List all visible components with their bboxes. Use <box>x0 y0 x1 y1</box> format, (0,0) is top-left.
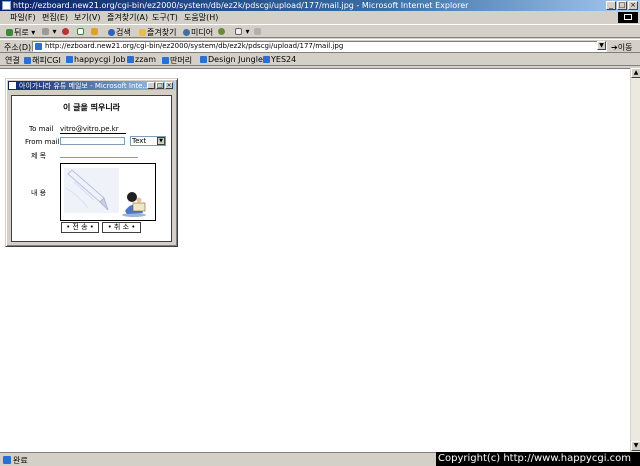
scroll-up-button[interactable]: ▲ <box>631 68 640 78</box>
menu-tools[interactable]: 도구(T) <box>152 12 178 23</box>
address-input[interactable]: http://ezboard.new21.org/cgi-bin/ez2000/… <box>32 41 607 52</box>
mail-form: 이 글을 띄우니라 To mail vitro@vitro.pe.kr From… <box>11 95 172 242</box>
refresh-icon <box>77 28 84 35</box>
history-icon <box>218 28 225 35</box>
link-ddanmeori[interactable]: 딴머리 <box>162 55 192 66</box>
ie-icon <box>2 1 11 10</box>
link-happycgi[interactable]: 해피CGI <box>24 55 61 66</box>
format-select[interactable]: Text ▼ <box>130 136 166 146</box>
popup-close-button[interactable]: × <box>165 82 173 89</box>
menu-edit[interactable]: 편집(E) <box>42 12 68 23</box>
popup-title-bar[interactable]: 아이가나라 유튜 메일보 - Microsoft Inte... _ □ × <box>8 81 175 90</box>
stop-icon <box>62 28 69 35</box>
content-label: 내 용 <box>31 189 47 197</box>
menu-help[interactable]: 도움말(H) <box>184 12 218 23</box>
from-mail-input[interactable] <box>60 137 125 145</box>
subject-input[interactable] <box>60 150 138 158</box>
vertical-scrollbar[interactable]: ▲ ▼ <box>630 68 640 452</box>
menu-bar: 파일(F) 편집(E) 보기(V) 즐겨찾기(A) 도구(T) 도움말(H) <box>0 11 640 23</box>
page-icon <box>200 56 207 63</box>
page-done-icon <box>3 456 11 464</box>
media-button[interactable]: 미디어 <box>183 27 213 38</box>
print-button[interactable] <box>254 27 262 36</box>
close-button[interactable]: × <box>628 1 638 10</box>
mail-icon <box>235 28 242 35</box>
maximize-button[interactable]: □ <box>617 1 627 10</box>
forward-arrow-icon <box>42 28 49 35</box>
forward-button[interactable]: ▾ <box>42 27 57 36</box>
popup-maximize-button[interactable]: □ <box>156 82 164 89</box>
menu-favorites[interactable]: 즐겨찾기(A) <box>107 12 148 23</box>
back-arrow-icon <box>6 29 13 36</box>
toolbar: 뒤로 ▾ ▾ 검색 즐겨찾기 미디어 ▾ <box>0 24 640 38</box>
address-dropdown-button[interactable]: ▼ <box>597 41 606 50</box>
message-textarea[interactable] <box>60 163 156 221</box>
history-button[interactable] <box>218 27 226 36</box>
page-icon <box>66 56 73 63</box>
send-button[interactable]: • 전 송 • <box>61 222 99 233</box>
mail-popup-window: 아이가나라 유튜 메일보 - Microsoft Inte... _ □ × 이… <box>5 78 178 247</box>
subject-label: 제 목 <box>31 152 47 160</box>
search-button[interactable]: 검색 <box>108 27 131 38</box>
mail-button[interactable]: ▾ <box>235 27 250 36</box>
favorites-icon <box>139 29 146 36</box>
print-icon <box>254 28 261 35</box>
back-button[interactable]: 뒤로 ▾ <box>6 27 35 38</box>
to-mail-label: To mail <box>29 125 54 133</box>
home-icon <box>91 28 98 35</box>
minimize-button[interactable]: _ <box>606 1 616 10</box>
media-icon <box>183 29 190 36</box>
page-icon <box>24 57 31 64</box>
popup-minimize-button[interactable]: _ <box>147 82 155 89</box>
format-select-value: Text <box>132 137 147 145</box>
address-label: 주소(D) <box>4 43 32 52</box>
stop-button[interactable] <box>62 27 70 36</box>
form-heading: 이 글을 띄우니라 <box>62 103 121 112</box>
page-icon <box>127 56 134 63</box>
go-button[interactable]: ➔이동 <box>611 42 632 53</box>
address-url: http://ezboard.new21.org/cgi-bin/ez2000/… <box>45 42 344 50</box>
address-bar: 주소(D) http://ezboard.new21.org/cgi-bin/e… <box>0 39 640 53</box>
links-label: 연결 <box>5 56 20 65</box>
search-icon <box>108 29 115 36</box>
status-text: 완료 <box>13 456 28 465</box>
link-happycgi-job[interactable]: happycgi Job <box>66 55 125 64</box>
copyright-notice: Copyright(c) http://www.happycgi.com <box>436 452 640 466</box>
page-icon <box>162 57 169 64</box>
page-icon <box>263 56 270 63</box>
link-yes24[interactable]: YES24 <box>263 55 296 64</box>
from-mail-label: From mail <box>25 138 60 146</box>
menu-file[interactable]: 파일(F) <box>10 12 36 23</box>
link-zzam[interactable]: zzam <box>127 55 156 64</box>
window-title: http://ezboard.new21.org/cgi-bin/ez2000/… <box>13 1 469 10</box>
cancel-button[interactable]: • 취 소 • <box>102 222 141 233</box>
page-icon <box>35 43 42 50</box>
home-button[interactable] <box>91 27 99 36</box>
scroll-down-button[interactable]: ▼ <box>631 441 640 451</box>
to-mail-value: vitro@vitro.pe.kr <box>60 125 126 134</box>
popup-title: 아이가나라 유튜 메일보 - Microsoft Inte... <box>19 82 150 90</box>
menu-view[interactable]: 보기(V) <box>74 12 100 23</box>
person-reading-icon <box>122 192 146 217</box>
ie-icon <box>9 82 16 89</box>
link-design-jungle[interactable]: Design Jungle <box>200 55 263 64</box>
fountain-pen-illustration <box>64 168 119 213</box>
windows-logo-icon <box>618 12 638 23</box>
links-bar: 연결 해피CGI happycgi Job zzam 딴머리 Design Ju… <box>0 53 640 66</box>
refresh-button[interactable] <box>77 27 85 36</box>
chevron-down-icon: ▼ <box>157 137 165 145</box>
favorites-button[interactable]: 즐겨찾기 <box>139 27 176 38</box>
window-title-bar[interactable]: http://ezboard.new21.org/cgi-bin/ez2000/… <box>0 0 640 11</box>
